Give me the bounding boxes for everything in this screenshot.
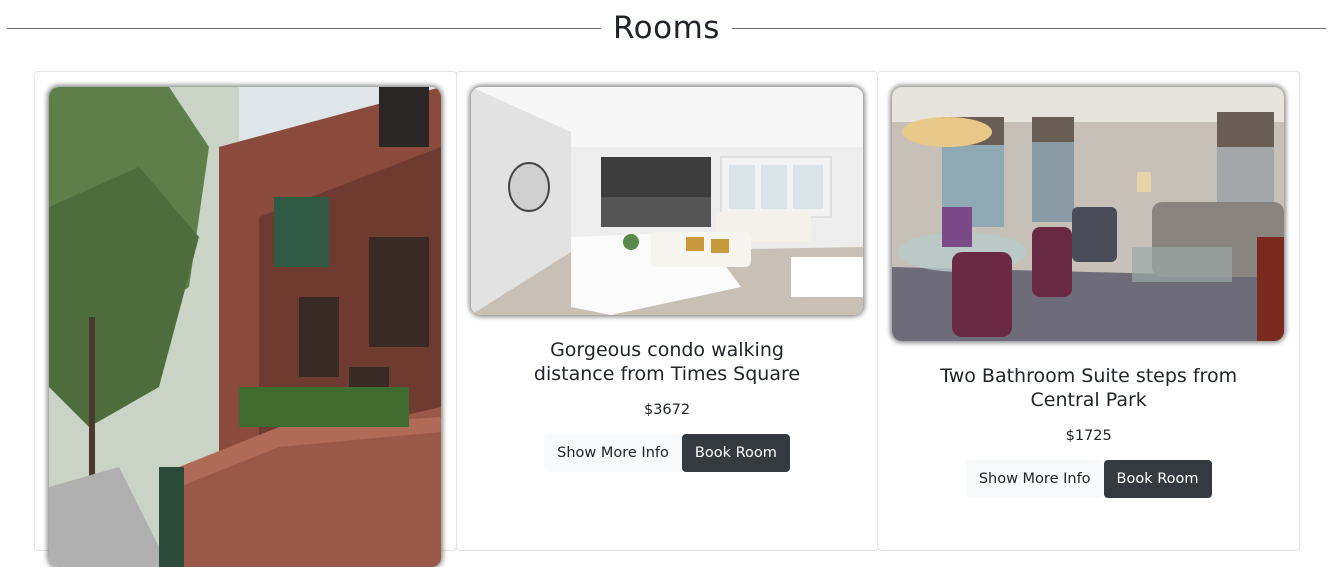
section-title: Rooms [613,10,720,46]
book-room-button[interactable]: Book Room [681,434,790,472]
room-card-body: Gorgeous condo walking distance from Tim… [457,338,878,472]
room-card-body: Two Bathroom Suite steps from Central Pa… [878,364,1299,498]
room-card [34,71,457,567]
show-more-info-button[interactable]: Show More Info [965,460,1104,498]
room-card: Gorgeous condo walking distance from Tim… [455,71,879,551]
section-header: Rooms [7,4,1326,52]
room-actions: Show More Info Book Room [457,434,878,472]
show-more-info-button[interactable]: Show More Info [544,434,682,472]
book-room-button[interactable]: Book Room [1103,460,1212,498]
header-divider-right [731,27,1326,29]
room-price: $1725 [1065,428,1112,444]
room-image-condo[interactable] [470,87,863,315]
room-title: Two Bathroom Suite steps from Central Pa… [940,365,1238,411]
room-cards: Gorgeous condo walking distance from Tim… [34,71,1301,567]
room-image-brownstone[interactable] [49,87,441,567]
room-actions: Show More Info Book Room [878,460,1299,498]
room-price: $3672 [643,402,691,418]
room-image-suite[interactable] [892,87,1285,341]
room-title: Gorgeous condo walking distance from Tim… [533,339,801,385]
header-divider-left [7,27,602,29]
room-card: Two Bathroom Suite steps from Central Pa… [877,71,1301,551]
